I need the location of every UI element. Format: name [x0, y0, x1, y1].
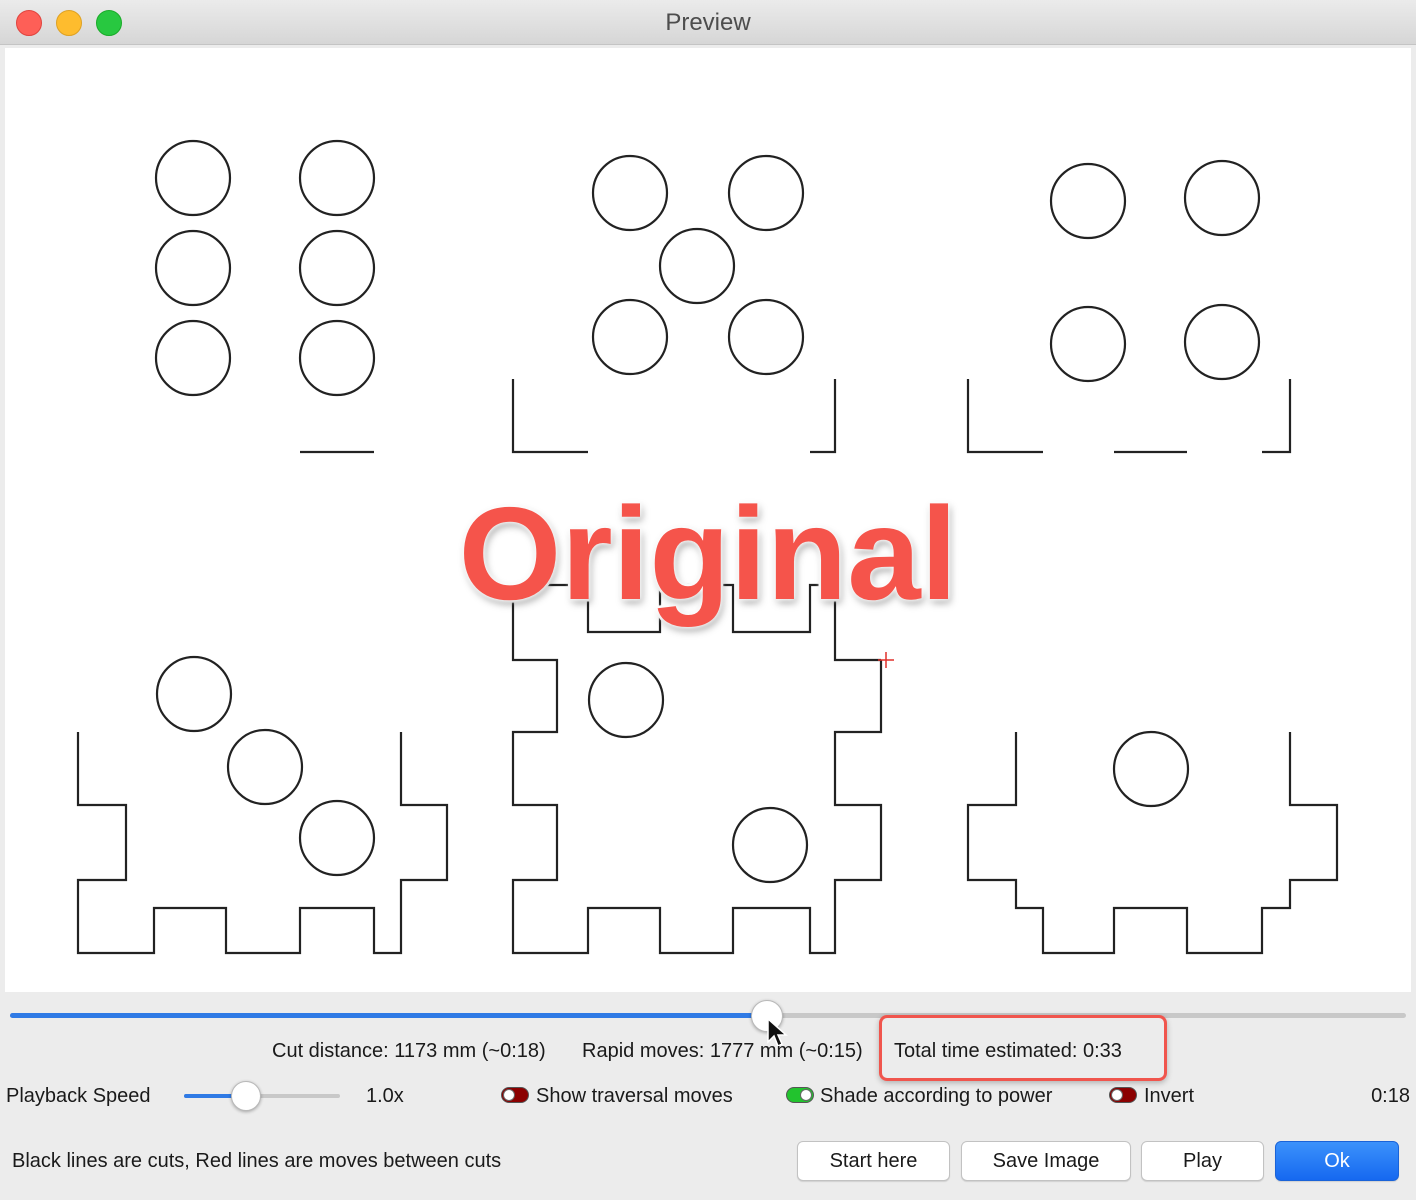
- playback-speed-slider-thumb[interactable]: [231, 1081, 262, 1111]
- cut-distance-text: Cut distance: 1173 mm (~0:18): [272, 1040, 546, 1062]
- shade-power-toggle[interactable]: [786, 1087, 814, 1103]
- playback-speed-label: Playback Speed: [6, 1085, 151, 1107]
- total-time-highlight-box: [879, 1015, 1167, 1081]
- rapid-moves-text: Rapid moves: 1777 mm (~0:15): [582, 1040, 863, 1062]
- ok-button[interactable]: Ok: [1275, 1141, 1399, 1181]
- title-bar: Preview: [0, 0, 1416, 45]
- shade-power-label[interactable]: Shade according to power: [820, 1085, 1052, 1108]
- playback-speed-value: 1.0x: [366, 1085, 404, 1107]
- preview-canvas[interactable]: Original: [5, 48, 1411, 992]
- show-traversal-label[interactable]: Show traversal moves: [536, 1085, 733, 1108]
- window-title: Preview: [665, 9, 751, 36]
- save-image-button[interactable]: Save Image: [961, 1141, 1131, 1181]
- legend-text: Black lines are cuts, Red lines are move…: [12, 1150, 502, 1172]
- timeline-slider-track[interactable]: [10, 1013, 1406, 1018]
- watermark-overlay-text: Original: [456, 478, 960, 630]
- invert-toggle[interactable]: [1109, 1087, 1137, 1103]
- playback-speed-slider-track[interactable]: [184, 1094, 340, 1098]
- elapsed-time-text: 0:18: [1371, 1085, 1410, 1107]
- show-traversal-toggle[interactable]: [501, 1087, 529, 1103]
- start-here-button[interactable]: Start here: [797, 1141, 950, 1181]
- play-button[interactable]: Play: [1141, 1141, 1264, 1181]
- invert-label[interactable]: Invert: [1144, 1085, 1194, 1108]
- timeline-slider-fill: [10, 1013, 767, 1018]
